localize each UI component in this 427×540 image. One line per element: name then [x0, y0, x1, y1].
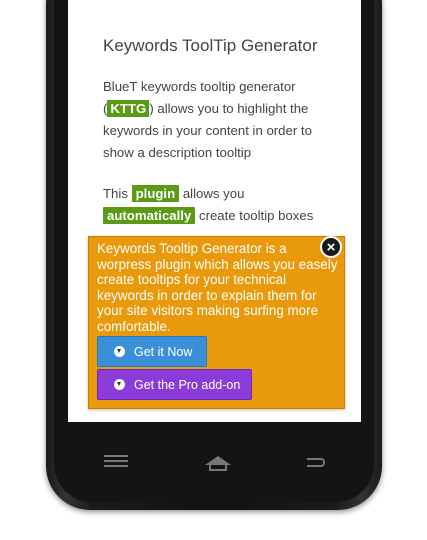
get-pro-addon-button[interactable]: Get the Pro add-on — [97, 369, 252, 400]
get-it-now-button[interactable]: Get it Now — [97, 336, 207, 367]
tooltip-description: Keywords Tooltip Generator is a worpress… — [97, 241, 338, 334]
keyword-kttg[interactable]: KTTG — [107, 100, 150, 117]
get-it-now-label: Get it Now — [134, 344, 193, 359]
get-pro-addon-label: Get the Pro add-on — [134, 377, 241, 392]
keyword-automatically[interactable]: automatically — [103, 207, 196, 224]
keyword-plugin[interactable]: plugin — [131, 185, 180, 202]
intro-paragraph: BlueT keywords tooltip generator (KTTG) … — [103, 76, 338, 164]
intro-text-a: BlueT keywords tooltip generator — [103, 79, 296, 94]
home-icon-body — [209, 465, 227, 471]
second-text-c: create tooltip boxes — [198, 208, 314, 223]
close-icon: × — [326, 238, 336, 256]
second-paragraph: This plugin allows you automatically cre… — [103, 183, 338, 227]
download-icon — [114, 346, 125, 357]
page-title: Keywords ToolTip Generator — [103, 36, 318, 55]
download-icon — [114, 379, 125, 390]
keyword-tooltip: Keywords Tooltip Generator is a worpress… — [88, 236, 345, 409]
second-text-a: This — [103, 186, 128, 201]
back-icon[interactable] — [307, 458, 325, 467]
second-text-b: allows you — [182, 186, 245, 201]
close-button[interactable]: × — [320, 236, 342, 258]
home-icon[interactable] — [205, 456, 231, 465]
menu-icon[interactable] — [104, 455, 128, 471]
